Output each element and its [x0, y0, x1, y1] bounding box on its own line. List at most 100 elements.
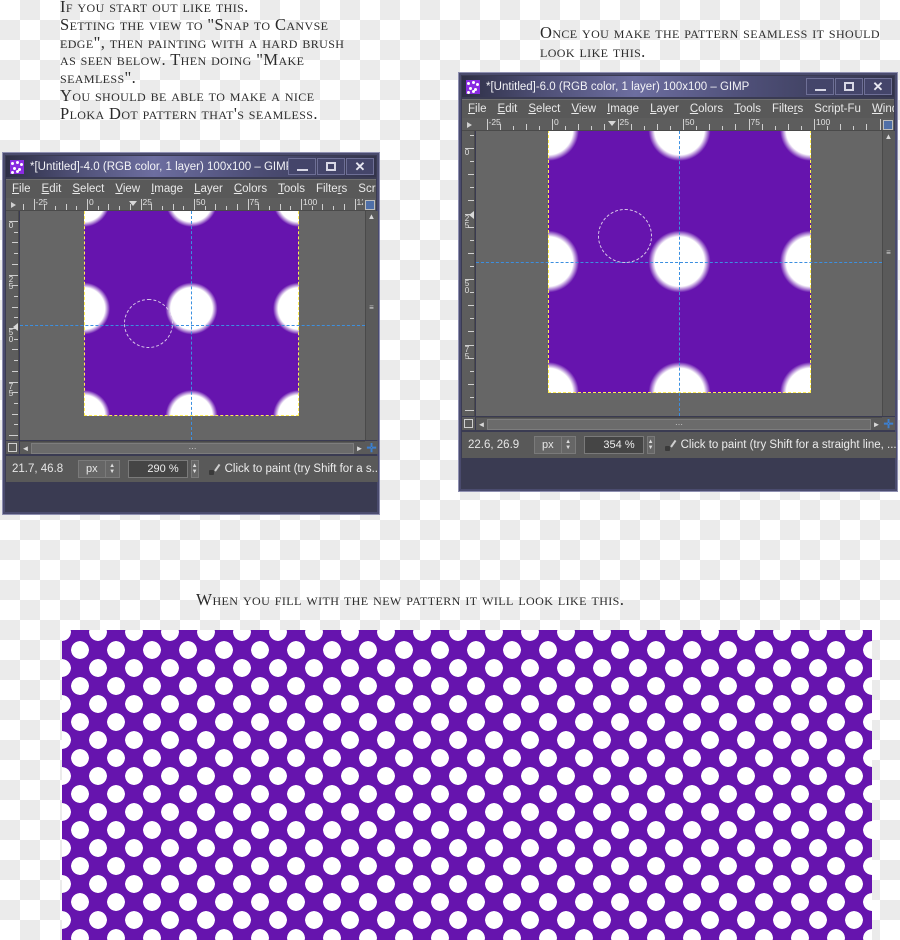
scroll-thumb-horizontal[interactable]: ⋯ — [487, 418, 871, 430]
unit-selector-right[interactable]: px ▲ ▼ — [534, 436, 576, 454]
menu-filters[interactable]: Filters — [316, 183, 347, 195]
ruler-label: 25 — [142, 198, 152, 207]
ruler-tick — [774, 126, 776, 130]
guide-vertical[interactable] — [191, 211, 192, 440]
ruler-horizontal-left[interactable]: -25 0 25 50 75 100 12 — [6, 198, 376, 211]
menu-script-fu[interactable]: Script-Fu — [814, 103, 861, 115]
ruler-horizontal-right[interactable]: -2502550751001 — [462, 118, 894, 131]
scroll-left-arrow[interactable]: ◄ — [20, 442, 31, 454]
ruler-tick — [470, 239, 474, 241]
ruler-tick — [279, 204, 281, 210]
ruler-tick — [814, 119, 815, 130]
navigation-preview-button[interactable]: ✛ — [882, 417, 895, 430]
guide-vertical[interactable] — [679, 131, 680, 416]
ruler-origin-button[interactable] — [6, 198, 20, 210]
menu-view[interactable]: View — [115, 183, 140, 195]
menu-file[interactable]: File — [12, 183, 31, 195]
minimize-button[interactable] — [288, 158, 316, 175]
scroll-thumb-vertical[interactable]: ≡ — [883, 247, 894, 258]
ruler-tick — [14, 360, 18, 362]
ruler-tick — [617, 119, 619, 130]
menu-tools[interactable]: Tools — [734, 103, 761, 115]
unit-spinner-icon[interactable]: ▲ ▼ — [560, 437, 575, 453]
gimp-window-left[interactable]: *[Untitled]-4.0 (RGB color, 1 layer) 100… — [2, 152, 380, 515]
caption-intro-line-2: Setting the view to "Snap to Canvse edge… — [60, 14, 345, 88]
ruler-vertical-left[interactable]: 0 25 50 75 — [6, 211, 19, 440]
ruler-tick — [470, 134, 474, 136]
close-button[interactable]: ✕ — [346, 158, 374, 175]
menu-colors[interactable]: Colors — [234, 183, 267, 195]
scroll-left-arrow[interactable]: ◄ — [476, 418, 487, 430]
navigation-preview-button[interactable]: ✛ — [365, 441, 378, 454]
zoom-spinner-icon-left[interactable]: ▲ ▼ — [190, 460, 199, 478]
menu-layer[interactable]: Layer — [650, 103, 679, 115]
scrollbar-horizontal-right[interactable]: ◄ ⋯ ► — [476, 417, 882, 430]
menu-script-fu[interactable]: Script-F — [358, 183, 376, 195]
ruler-label: 75 — [8, 381, 14, 398]
ruler-tick — [468, 331, 474, 333]
ruler-origin-button[interactable] — [462, 118, 476, 130]
titlebar-left[interactable]: *[Untitled]-4.0 (RGB color, 1 layer) 100… — [6, 156, 376, 177]
scroll-right-arrow[interactable]: ► — [354, 442, 365, 454]
menu-colors[interactable]: Colors — [690, 103, 723, 115]
ruler-label: 50 — [8, 328, 14, 344]
scroll-right-arrow[interactable]: ► — [871, 418, 882, 430]
ruler-tick — [656, 124, 658, 130]
menu-windows[interactable]: Windows — [872, 103, 894, 115]
menu-edit[interactable]: Edit — [42, 183, 62, 195]
maximize-button[interactable] — [317, 158, 345, 175]
quickmask-toggle[interactable] — [462, 417, 475, 430]
scrollbar-vertical-right[interactable]: ▲ ≡ — [882, 131, 895, 416]
quickmask-toggle[interactable] — [6, 441, 19, 454]
zoom-image-window-button[interactable] — [881, 118, 894, 130]
canvas-area-right[interactable] — [476, 131, 882, 416]
menu-filters[interactable]: Filters — [772, 103, 803, 115]
zoom-spinner-icon-right[interactable]: ▲ ▼ — [646, 436, 655, 454]
maximize-button[interactable] — [835, 78, 863, 95]
titlebar-right[interactable]: *[Untitled]-6.0 (RGB color, 1 layer) 100… — [462, 76, 894, 97]
menu-select[interactable]: Select — [72, 183, 104, 195]
unit-selector-left[interactable]: px ▲ ▼ — [78, 460, 120, 478]
menu-image[interactable]: Image — [151, 183, 183, 195]
menu-view[interactable]: View — [571, 103, 596, 115]
caption-intro: If you start out like this. Setting the … — [60, 0, 360, 123]
window-controls-right[interactable]: ✕ — [806, 78, 892, 95]
gimp-window-right[interactable]: *[Untitled]-6.0 (RGB color, 1 layer) 100… — [458, 72, 898, 492]
menubar-right[interactable]: File Edit Select View Image Layer Colors… — [462, 99, 894, 118]
scroll-thumb-horizontal[interactable]: ⋯ — [31, 442, 354, 454]
menu-tools[interactable]: Tools — [278, 183, 305, 195]
menu-select[interactable]: Select — [528, 103, 560, 115]
menu-file[interactable]: File — [468, 103, 487, 115]
ruler-tick — [333, 206, 335, 210]
canvas-area-left[interactable] — [20, 211, 365, 440]
gimp-wilber-icon — [10, 159, 24, 174]
ruler-tick — [14, 402, 18, 404]
unit-spinner-icon[interactable]: ▲ ▼ — [104, 461, 119, 477]
scroll-up-arrow[interactable]: ▲ — [883, 131, 894, 142]
ruler-tick — [538, 126, 540, 130]
scrollbar-horizontal-left[interactable]: ◄ ⋯ ► — [20, 441, 365, 454]
menubar-left[interactable]: File Edit Select View Image Layer Colors… — [6, 179, 376, 198]
scroll-up-arrow[interactable]: ▲ — [366, 211, 377, 222]
ruler-tick — [301, 199, 302, 210]
menu-image[interactable]: Image — [607, 103, 639, 115]
ruler-vertical-right[interactable]: 0255075 — [462, 131, 475, 416]
zoom-image-window-button[interactable] — [363, 198, 376, 210]
zoom-field-right[interactable]: 354 % — [583, 436, 644, 454]
close-button[interactable]: ✕ — [864, 78, 892, 95]
ruler-label: 25 — [619, 118, 629, 127]
zoom-field-left[interactable]: 290 % — [127, 460, 188, 478]
scroll-thumb-vertical[interactable]: ≡ — [366, 302, 377, 313]
menu-layer[interactable]: Layer — [194, 183, 223, 195]
ruler-tick — [486, 119, 488, 130]
guide-horizontal[interactable] — [20, 325, 365, 326]
scrollbar-vertical-left[interactable]: ▲ ≡ — [365, 211, 378, 440]
window-controls-left[interactable]: ✕ — [288, 158, 374, 175]
caption-fill-text: When you fill with the new pattern it wi… — [196, 590, 625, 609]
window-title-left: *[Untitled]-4.0 (RGB color, 1 layer) 100… — [30, 160, 288, 173]
menu-edit[interactable]: Edit — [498, 103, 518, 115]
ruler-label: 100 — [816, 118, 831, 127]
minimize-button[interactable] — [806, 78, 834, 95]
caption-intro-line-3: You should be able to make a nice Ploka … — [60, 85, 318, 123]
caption-intro-line-1: If you start out like this. — [60, 0, 249, 16]
